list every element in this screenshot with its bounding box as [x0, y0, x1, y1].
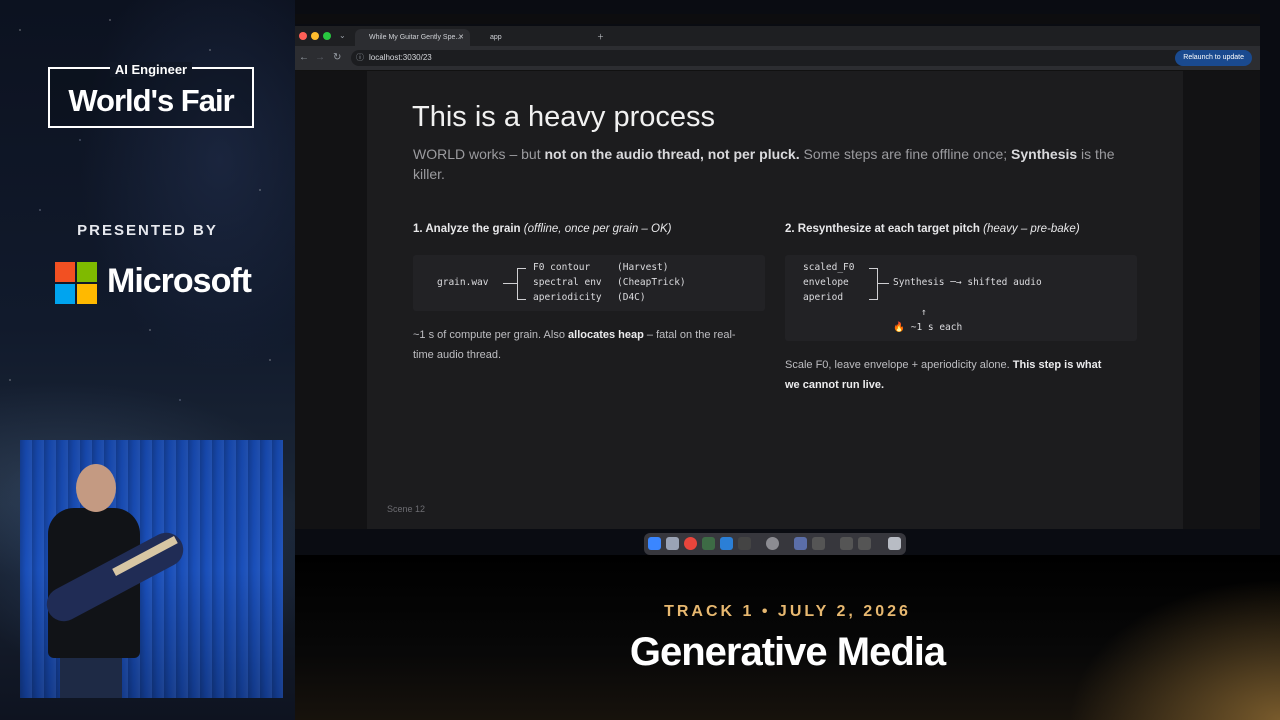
- logo-ai-engineer: AI Engineer: [109, 62, 193, 77]
- code-connector-line: [503, 283, 517, 284]
- window-icon[interactable]: [858, 537, 871, 550]
- event-branding-panel: AI Engineer World's Fair PRESENTED BY Mi…: [0, 0, 295, 720]
- fire-icon: 🔥: [893, 322, 905, 333]
- sponsor-name: Microsoft: [107, 262, 252, 300]
- code-input-param: aperiod: [803, 292, 844, 303]
- code-feature-name: aperiodicity: [533, 292, 602, 303]
- activity-monitor-icon[interactable]: [738, 537, 751, 550]
- analyze-desc-text: time audio thread.: [413, 349, 502, 361]
- settings-icon[interactable]: [766, 537, 779, 550]
- back-arrow-icon[interactable]: ←: [299, 52, 309, 64]
- analyze-code-block: grain.wav F0 contour (Harvest) spectral …: [413, 255, 765, 311]
- window-icon[interactable]: [812, 537, 825, 550]
- subtitle-text: WORLD works – but: [413, 146, 545, 162]
- code-synthesis-output: Synthesis ─→ shifted audio: [893, 277, 1042, 288]
- address-bar[interactable]: ⓘ localhost:3030/23 ☆: [351, 50, 1196, 66]
- tab-app-label: app: [490, 34, 502, 41]
- code-input-param: envelope: [803, 277, 849, 288]
- resynthesize-heading: 2. Resynthesize at each target pitch (he…: [785, 223, 1080, 235]
- chrome-icon[interactable]: [684, 537, 697, 550]
- code-feature-method: (D4C): [617, 292, 646, 303]
- window-icon[interactable]: [840, 537, 853, 550]
- code-feature-method: (Harvest): [617, 262, 669, 273]
- tab-app[interactable]: app: [490, 29, 580, 46]
- microsoft-logo-icon: [55, 262, 97, 304]
- synthesis-code-block: scaled_F0 envelope aperiod Synthesis ─→ …: [785, 255, 1137, 341]
- code-feature-method: (CheapTrick): [617, 277, 686, 288]
- code-input-param: scaled_F0: [803, 262, 855, 273]
- password-icon[interactable]: [794, 537, 807, 550]
- speaker-head: [76, 464, 116, 512]
- close-window-icon[interactable]: [299, 32, 307, 40]
- slide-title: This is a heavy process: [412, 101, 716, 133]
- vscode-icon[interactable]: [720, 537, 733, 550]
- new-tab-button[interactable]: ＋: [597, 29, 604, 46]
- resynthesize-heading-note: (heavy – pre-bake): [983, 223, 1080, 235]
- track-title: Generative Media: [629, 630, 946, 674]
- code-feature-name: F0 contour: [533, 262, 591, 273]
- analyze-heading-note: (offline, once per grain – OK): [523, 223, 672, 235]
- code-cost-note: ~1 s each: [905, 322, 963, 333]
- site-info-icon[interactable]: ⓘ: [356, 52, 364, 64]
- logo-worlds-fair: World's Fair: [68, 83, 234, 118]
- code-connector-line: [877, 283, 889, 284]
- analyze-heading: 1. Analyze the grain (offline, once per …: [413, 223, 671, 235]
- relaunch-button[interactable]: Relaunch to update: [1175, 50, 1252, 66]
- maximize-window-icon[interactable]: [323, 32, 331, 40]
- minimize-window-icon[interactable]: [311, 32, 319, 40]
- tab-search-icon[interactable]: ⌄: [339, 30, 346, 42]
- analyze-desc-text: ~1 s of compute per grain. Also: [413, 329, 569, 341]
- scene-label: Scene 12: [387, 504, 426, 514]
- finder-icon[interactable]: [648, 537, 661, 550]
- browser-toolbar: ← → ↻ ⓘ localhost:3030/23 ☆ ◉ Relaunch t…: [295, 46, 1260, 71]
- macos-menubar: [295, 14, 1260, 24]
- web-page: This is a heavy process WORLD works – bu…: [295, 71, 1260, 529]
- url-text: localhost:3030/23: [369, 53, 432, 62]
- trash-icon[interactable]: [888, 537, 901, 550]
- subtitle-bold: not on the audio thread, not per pluck.: [544, 146, 800, 162]
- resynthesize-heading-text: 2. Resynthesize at each target pitch: [785, 223, 984, 235]
- synthesis-desc-bold: This step is what: [1012, 359, 1102, 371]
- macos-dock: [644, 533, 906, 555]
- tab-close-icon[interactable]: ✕: [458, 29, 464, 46]
- subtitle-bold: Synthesis: [1011, 146, 1078, 162]
- speaker-camera-feed: [20, 440, 283, 698]
- tab-guitar-app[interactable]: While My Guitar Gently Spe... ✕: [355, 29, 470, 46]
- slide-subtitle: WORLD works – but not on the audio threa…: [413, 144, 1133, 184]
- presentation-slide: This is a heavy process WORLD works – bu…: [367, 71, 1183, 529]
- synthesis-desc-text: Scale F0, leave envelope + aperiodicity …: [785, 359, 1013, 371]
- launchpad-icon[interactable]: [666, 537, 679, 550]
- browser-tab-bar: ⌄ While My Guitar Gently Spe... ✕ app ＋: [295, 26, 1260, 46]
- presented-by-label: PRESENTED BY: [77, 222, 218, 239]
- code-input-file: grain.wav: [437, 277, 489, 288]
- tab-guitar-app-label: While My Guitar Gently Spe...: [369, 34, 462, 41]
- forward-arrow-icon[interactable]: →: [315, 52, 325, 64]
- worlds-fair-logo: AI Engineer World's Fair: [48, 62, 254, 128]
- code-bracket: [869, 268, 878, 300]
- synthesis-description: Scale F0, leave envelope + aperiodicity …: [785, 355, 1145, 395]
- reload-icon[interactable]: ↻: [333, 52, 341, 64]
- analyze-desc-text: – fatal on the real-: [643, 329, 736, 341]
- code-bracket: [517, 268, 526, 300]
- subtitle-text: Some steps are fine offline once;: [799, 146, 1012, 162]
- analyze-description: ~1 s of compute per grain. Also allocate…: [413, 325, 773, 365]
- synthesis-desc-bold: we cannot run live.: [785, 379, 885, 391]
- up-arrow-icon: ↑: [921, 307, 927, 318]
- analyze-desc-bold: allocates heap: [568, 329, 644, 341]
- app-icon[interactable]: [702, 537, 715, 550]
- code-feature-name: spectral env: [533, 277, 602, 288]
- analyze-heading-text: 1. Analyze the grain: [413, 223, 524, 235]
- track-date: TRACK 1 • JULY 2, 2026: [664, 603, 911, 620]
